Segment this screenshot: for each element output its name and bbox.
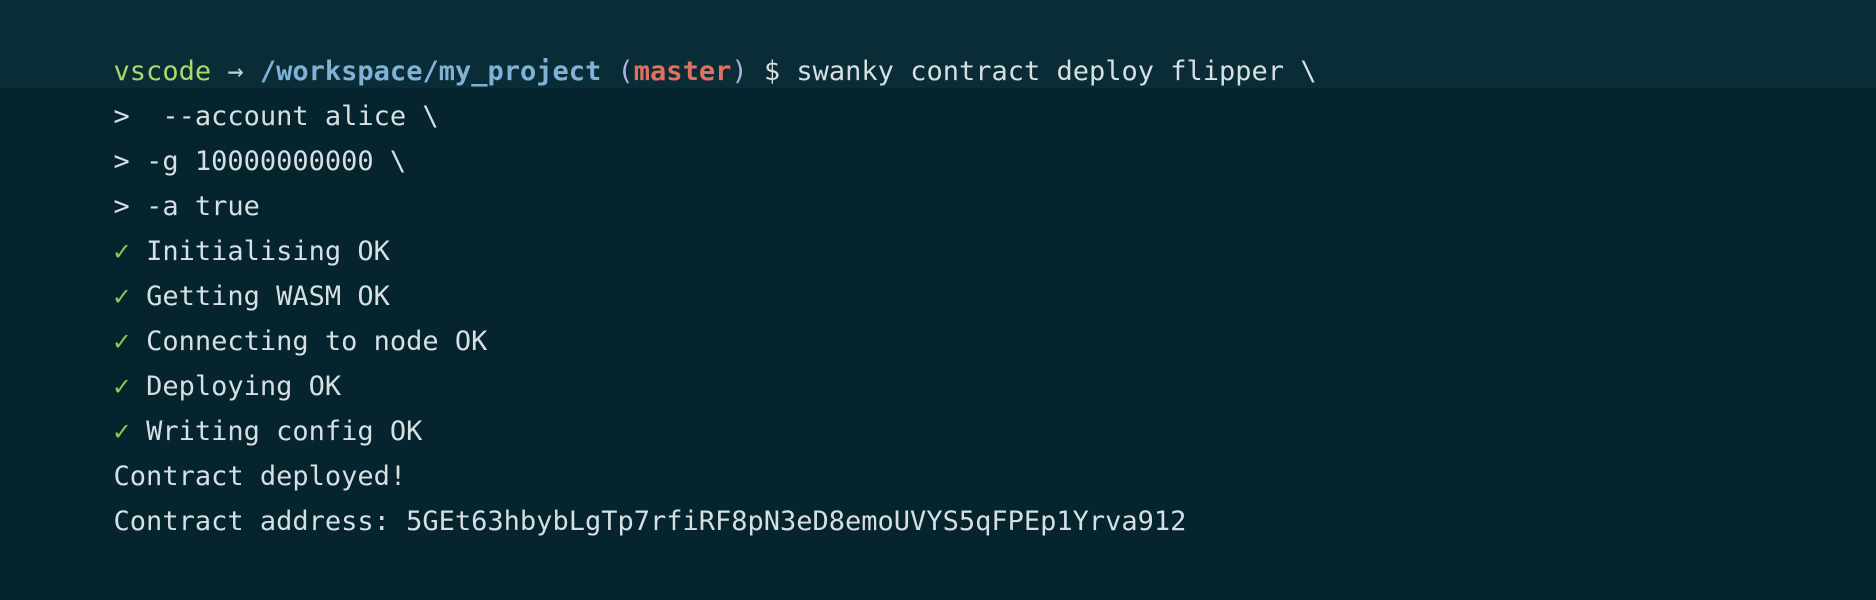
step-label-4: Deploying OK [146, 371, 342, 402]
output-contract-address: Contract address: 5GEt63hbybLgTp7rfiRF8p… [113, 506, 1187, 537]
check-icon: ✓ [113, 416, 130, 447]
prompt-git-branch: master [633, 56, 732, 87]
check-icon: ✓ [113, 326, 130, 357]
step-label-1: Initialising OK [146, 236, 390, 267]
terminal-line-prompt: vscode → /workspace/my_project (master) … [16, 4, 1876, 87]
step-space-3 [130, 326, 146, 357]
terminal-line-step-1: ✓ Initialising OK [16, 184, 1876, 267]
continuation-text-3: -a true [129, 191, 260, 222]
check-icon: ✓ [113, 371, 130, 402]
prompt-space-1 [211, 56, 227, 87]
step-space-1 [130, 236, 146, 267]
arrow-icon: → [227, 56, 244, 87]
check-icon: ✓ [113, 281, 130, 312]
branch-paren-open: ( [617, 56, 634, 87]
step-space-2 [130, 281, 146, 312]
step-space-4 [130, 371, 146, 402]
continuation-text-2: -g 10000000000 \ [129, 146, 407, 177]
step-label-3: Connecting to node OK [146, 326, 488, 357]
check-icon: ✓ [113, 236, 130, 267]
command-text: swanky contract deploy flipper \ [796, 56, 1317, 87]
output-deployed-text: Contract deployed! [113, 461, 407, 492]
branch-paren-close: ) [731, 56, 748, 87]
prompt-user: vscode [113, 56, 212, 87]
terminal-screen[interactable]: vscode → /workspace/my_project (master) … [16, 4, 1876, 537]
prompt-space-4 [748, 56, 764, 87]
terminal-window[interactable]: vscode → /workspace/my_project (master) … [0, 0, 1876, 600]
continuation-text-1: --account alice \ [129, 101, 439, 132]
prompt-path: /workspace/my_project [259, 56, 602, 87]
prompt-space-3 [601, 56, 617, 87]
prompt-space-5 [780, 56, 796, 87]
step-space-5 [130, 416, 146, 447]
continuation-prompt-icon-2: > [113, 146, 130, 177]
step-label-5: Writing config OK [146, 416, 423, 447]
step-label-2: Getting WASM OK [146, 281, 390, 312]
prompt-space-2 [244, 56, 260, 87]
prompt-sigil: $ [763, 56, 781, 87]
continuation-prompt-icon-3: > [113, 191, 130, 222]
continuation-prompt-icon-1: > [113, 101, 130, 132]
